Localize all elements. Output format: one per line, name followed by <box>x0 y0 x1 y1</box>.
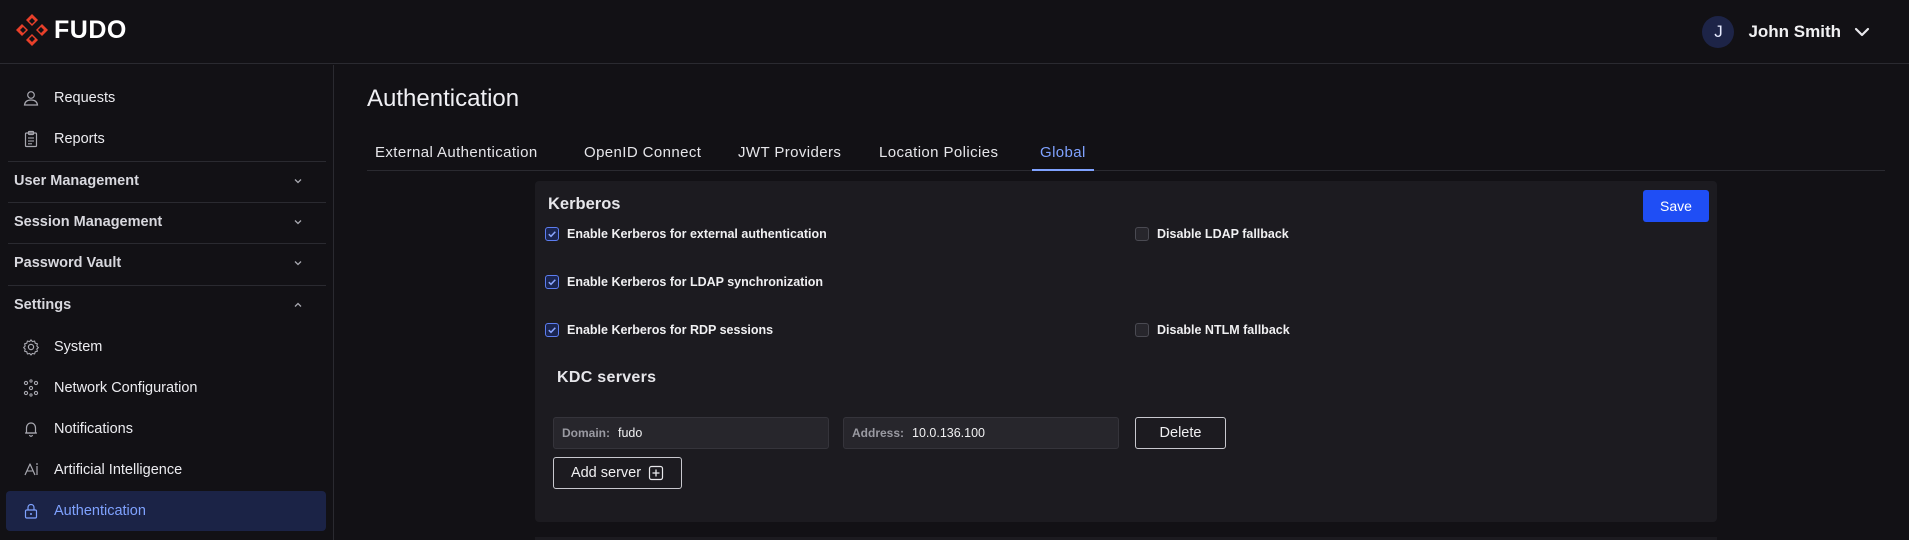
user-name: John Smith <box>1748 22 1841 41</box>
checkbox[interactable] <box>545 323 559 337</box>
checkbox-label: Enable Kerberos for LDAP synchronization <box>567 275 824 289</box>
domain-input[interactable] <box>618 426 798 440</box>
sidebar-item-label: System <box>54 339 103 355</box>
add-server-button[interactable]: Add server <box>553 457 682 489</box>
chevron-up-icon <box>294 302 302 307</box>
sidebar-group-session-management[interactable]: Session Management <box>14 202 304 242</box>
save-button[interactable]: Save <box>1643 190 1709 222</box>
tab-openid-connect[interactable]: OpenID Connect <box>576 144 709 171</box>
address-field[interactable]: Address: <box>843 417 1119 449</box>
checkbox-enable-kerberos-external-auth[interactable]: Enable Kerberos for external authenticat… <box>545 227 827 241</box>
tab-bar: External Authentication OpenID Connect J… <box>367 138 1885 171</box>
delete-label: Delete <box>1159 425 1202 441</box>
sidebar-item-label: Notifications <box>54 421 133 437</box>
sidebar-item-label: Reports <box>54 131 105 147</box>
page-title: Authentication <box>367 85 520 112</box>
avatar: J <box>1702 16 1735 48</box>
sidebar-item-network-configuration[interactable]: Network Configuration <box>6 368 326 408</box>
sidebar-item-label: Requests <box>54 90 116 106</box>
fudo-logo[interactable]: FUDO <box>14 12 127 48</box>
delete-server-button[interactable]: Delete <box>1135 417 1226 449</box>
sidebar-item-authentication[interactable]: Authentication <box>6 491 326 531</box>
tab-external-authentication[interactable]: External Authentication <box>367 144 546 171</box>
domain-label: Domain: <box>562 426 610 440</box>
sidebar-group-user-management[interactable]: User Management <box>14 161 304 201</box>
sidebar: Requests Reports User Management Session… <box>0 65 334 540</box>
top-bar: FUDO J John Smith <box>0 0 1909 64</box>
address-input[interactable] <box>912 426 1093 440</box>
address-label: Address: <box>852 426 905 440</box>
kdc-servers-title: KDC servers <box>557 369 657 386</box>
person-icon <box>23 91 39 106</box>
kerberos-title: Kerberos <box>548 195 621 213</box>
sidebar-item-label: Authentication <box>54 503 146 519</box>
sidebar-group-label: User Management <box>14 173 139 189</box>
domain-field[interactable]: Domain: <box>553 417 829 449</box>
chevron-down-icon <box>294 220 302 225</box>
checkbox-label: Disable LDAP fallback <box>1157 227 1289 241</box>
check-icon <box>548 279 556 286</box>
checkbox-disable-ntlm-fallback[interactable]: Disable NTLM fallback <box>1135 323 1290 337</box>
sidebar-item-notifications[interactable]: Notifications <box>6 409 326 449</box>
tab-global[interactable]: Global <box>1032 144 1094 171</box>
checkbox-label: Enable Kerberos for external authenticat… <box>567 227 827 241</box>
clipboard-icon <box>24 130 38 148</box>
sidebar-item-system[interactable]: System <box>6 327 326 367</box>
sidebar-item-reports[interactable]: Reports <box>6 119 326 159</box>
ai-icon <box>24 463 38 476</box>
chevron-down-icon <box>294 261 302 266</box>
fudo-logo-icon <box>16 14 48 46</box>
sidebar-group-label: Password Vault <box>14 255 122 271</box>
sidebar-item-label: Network Configuration <box>54 380 198 396</box>
sidebar-group-label: Session Management <box>14 214 163 230</box>
checkbox-enable-kerberos-ldap-sync[interactable]: Enable Kerberos for LDAP synchronization <box>545 275 823 289</box>
brand-name: FUDO <box>54 15 127 44</box>
tab-location-policies[interactable]: Location Policies <box>871 144 1006 171</box>
tab-jwt-providers[interactable]: JWT Providers <box>730 144 849 171</box>
plus-square-icon <box>648 465 664 481</box>
checkbox-disable-ldap-fallback[interactable]: Disable LDAP fallback <box>1135 227 1289 241</box>
main-content: Authentication External Authentication O… <box>367 65 1887 540</box>
user-menu[interactable]: J John Smith <box>1702 16 1873 48</box>
chevron-down-icon <box>294 179 302 184</box>
chevron-down-icon[interactable] <box>1851 21 1873 43</box>
sidebar-item-label: Artificial Intelligence <box>54 462 183 478</box>
check-icon <box>548 231 556 238</box>
checkbox-enable-kerberos-rdp[interactable]: Enable Kerberos for RDP sessions <box>545 323 773 337</box>
sidebar-item-artificial-intelligence[interactable]: Artificial Intelligence <box>6 450 326 490</box>
add-server-label: Add server <box>570 465 642 481</box>
checkbox-label: Enable Kerberos for RDP sessions <box>567 323 774 337</box>
check-icon <box>548 327 556 334</box>
checkbox-label: Disable NTLM fallback <box>1157 323 1290 337</box>
sidebar-group-label: Settings <box>14 297 72 313</box>
sidebar-item-requests[interactable]: Requests <box>6 78 326 118</box>
kerberos-card: Kerberos Save Enable Kerberos for extern… <box>535 181 1717 522</box>
sidebar-group-settings[interactable]: Settings <box>14 285 304 325</box>
gear-icon <box>23 339 39 356</box>
bell-icon <box>25 422 37 437</box>
lock-icon <box>24 503 38 519</box>
sidebar-group-password-vault[interactable]: Password Vault <box>14 243 304 283</box>
checkbox[interactable] <box>545 227 559 241</box>
checkbox[interactable] <box>1135 323 1149 337</box>
checkbox[interactable] <box>545 275 559 289</box>
checkbox[interactable] <box>1135 227 1149 241</box>
network-icon <box>23 379 39 397</box>
